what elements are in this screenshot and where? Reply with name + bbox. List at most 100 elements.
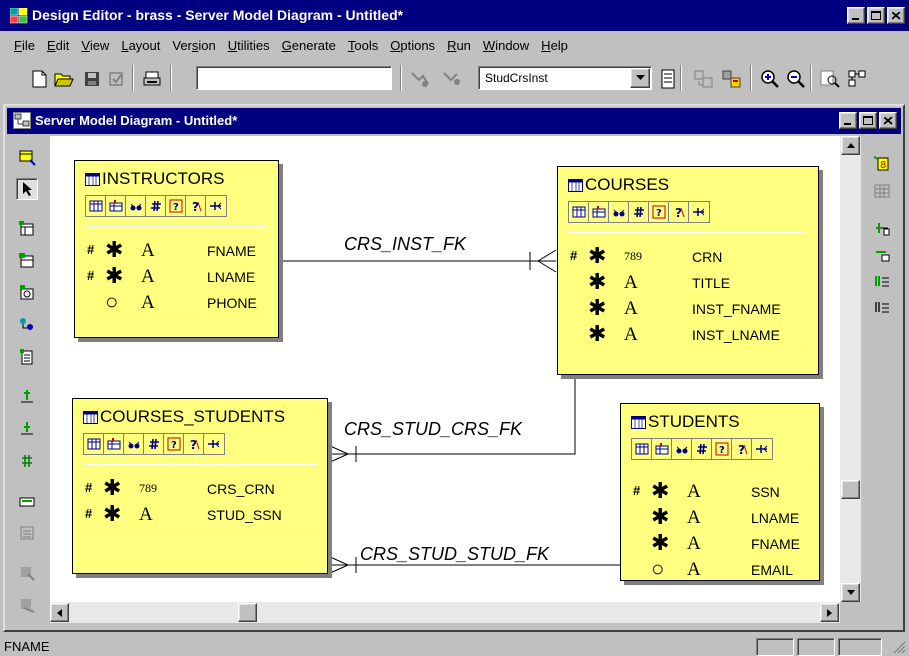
fk-arrow-icon[interactable] (752, 439, 772, 459)
column-row[interactable]: ○ A PHONE (75, 291, 278, 315)
table-courses[interactable]: COURSES ?? # ✱ 789 CRN ✱ A TITLE ✱ A INST_FNAME ✱ A… (557, 166, 819, 375)
new-document-icon[interactable] (28, 67, 52, 91)
app-icon[interactable] (10, 8, 28, 24)
select-pointer-icon[interactable] (16, 178, 38, 200)
fk-tool-icon[interactable] (16, 386, 38, 408)
menu-options[interactable]: Options (384, 38, 441, 53)
menu-version[interactable]: Version (166, 38, 221, 53)
menu-tools[interactable]: Tools (342, 38, 384, 53)
key-hash-icon[interactable] (146, 196, 166, 216)
materialized-view-icon[interactable] (16, 282, 38, 304)
menu-view[interactable]: View (75, 38, 115, 53)
fk-arrow-icon[interactable] (689, 202, 709, 222)
question-icon[interactable]: ? (669, 202, 689, 222)
fk-arrow-icon[interactable] (206, 196, 226, 216)
check-constraint-icon[interactable]: ? (712, 439, 732, 459)
key-hash-icon[interactable] (629, 202, 649, 222)
trigger-icon[interactable]: 8 (871, 152, 893, 174)
key-hash-icon[interactable] (692, 439, 712, 459)
index-tool-icon[interactable] (652, 439, 672, 459)
zoom-in-icon[interactable] (758, 67, 782, 91)
checkin-icon[interactable] (104, 67, 128, 91)
column-tool-icon[interactable] (84, 434, 104, 454)
fk-arrow-icon[interactable] (204, 434, 224, 454)
zoom-out-icon[interactable] (784, 67, 808, 91)
column-row[interactable]: # ✱ 789 CRN (558, 245, 818, 269)
crs-stud-stud-fk-label[interactable]: CRS_STUD_STUD_FK (360, 544, 549, 565)
column-row[interactable]: ✱ A FNAME (621, 532, 819, 556)
menu-generate[interactable]: Generate (276, 38, 342, 53)
chevron-down-icon[interactable] (630, 68, 650, 88)
repository-icon[interactable] (440, 67, 464, 91)
menu-window[interactable]: Window (477, 38, 535, 53)
menu-utilities[interactable]: Utilities (222, 38, 276, 53)
container-select[interactable]: StudCrsInst (478, 66, 652, 90)
menu-help[interactable]: Help (535, 38, 574, 53)
scroll-up-button[interactable] (841, 136, 860, 155)
child-close-button[interactable] (879, 112, 897, 129)
close-button[interactable] (887, 7, 905, 24)
table-courses-students[interactable]: COURSES_STUDENTS ?? # ✱ 789 CRS_CRN # ✱ A STUD_… (72, 398, 328, 574)
scroll-left-button[interactable] (50, 603, 69, 622)
column-row[interactable]: ✱ A LNAME (621, 506, 819, 530)
resize-grip-icon[interactable] (892, 640, 906, 654)
uk-tool-icon[interactable] (16, 450, 38, 472)
save-icon[interactable] (80, 67, 104, 91)
sequence-tool-icon[interactable] (16, 346, 38, 368)
view-tool-icon[interactable] (16, 218, 38, 240)
add-constraint-icon[interactable] (871, 296, 893, 318)
column-row[interactable]: # ✱ A LNAME (75, 265, 278, 289)
column-row[interactable]: ✱ A INST_FNAME (558, 297, 818, 321)
autolayout-icon[interactable] (846, 67, 870, 91)
column-tool-icon[interactable] (569, 202, 589, 222)
diagram-icon[interactable] (13, 112, 31, 129)
glasses-icon[interactable] (672, 439, 692, 459)
open-folder-icon[interactable] (52, 67, 76, 91)
column-row[interactable]: # ✱ A SSN (621, 480, 819, 504)
glasses-icon[interactable] (126, 196, 146, 216)
column-row[interactable]: # ✱ A STUD_SSN (73, 503, 327, 527)
index-tool-icon[interactable] (106, 196, 126, 216)
table-tool-icon[interactable] (16, 146, 38, 168)
generate-icon[interactable] (692, 67, 716, 91)
check-constraint-icon[interactable]: ? (164, 434, 184, 454)
index-tool-icon[interactable] (104, 434, 124, 454)
crs-stud-crs-fk-label[interactable]: CRS_STUD_CRS_FK (344, 419, 522, 440)
column-row[interactable]: ✱ A TITLE (558, 271, 818, 295)
menu-edit[interactable]: Edit (41, 38, 75, 53)
table-instructors[interactable]: INSTRUCTORS ?? # ✱ A FNAME # ✱ A LNAME ○ A PHONE (74, 160, 279, 338)
property-palette-icon[interactable] (656, 67, 680, 91)
child-maximize-button[interactable] (859, 112, 877, 129)
column-row[interactable]: ✱ A INST_LNAME (558, 323, 818, 347)
search-input[interactable] (196, 66, 392, 90)
question-icon[interactable]: ? (732, 439, 752, 459)
menu-file[interactable]: File (8, 38, 41, 53)
key-hash-icon[interactable] (144, 434, 164, 454)
scroll-right-button[interactable] (820, 603, 839, 622)
horizontal-scroll-thumb[interactable] (238, 603, 257, 622)
snapshot-tool-icon[interactable] (16, 250, 38, 272)
cluster-tool-icon[interactable] (16, 314, 38, 336)
disabled-tool-2-icon[interactable] (16, 562, 38, 584)
glasses-icon[interactable] (609, 202, 629, 222)
crs-inst-fk-label[interactable]: CRS_INST_FK (344, 234, 466, 255)
check-constraint-icon[interactable]: ? (166, 196, 186, 216)
question-icon[interactable]: ? (184, 434, 204, 454)
question-icon[interactable]: ? (186, 196, 206, 216)
disabled-matrix-icon[interactable] (871, 180, 893, 202)
diagram-window-title-bar[interactable]: Server Model Diagram - Untitled* (7, 108, 901, 134)
menu-layout[interactable]: Layout (115, 38, 166, 53)
column-row[interactable]: # ✱ 789 CRS_CRN (73, 477, 327, 501)
add-index-icon[interactable] (871, 270, 893, 292)
minimize-button[interactable] (847, 7, 865, 24)
column-tool-icon[interactable] (86, 196, 106, 216)
vertical-scrollbar[interactable] (840, 136, 861, 602)
column-row[interactable]: # ✱ A FNAME (75, 239, 278, 263)
child-minimize-button[interactable] (839, 112, 857, 129)
menu-run[interactable]: Run (441, 38, 477, 53)
column-row[interactable]: ○ A EMAIL (621, 558, 819, 582)
add-column-icon[interactable] (871, 218, 893, 240)
disabled-tool-3-icon[interactable] (16, 594, 38, 616)
print-icon[interactable] (140, 67, 164, 91)
disabled-tool-1-icon[interactable] (16, 522, 38, 544)
